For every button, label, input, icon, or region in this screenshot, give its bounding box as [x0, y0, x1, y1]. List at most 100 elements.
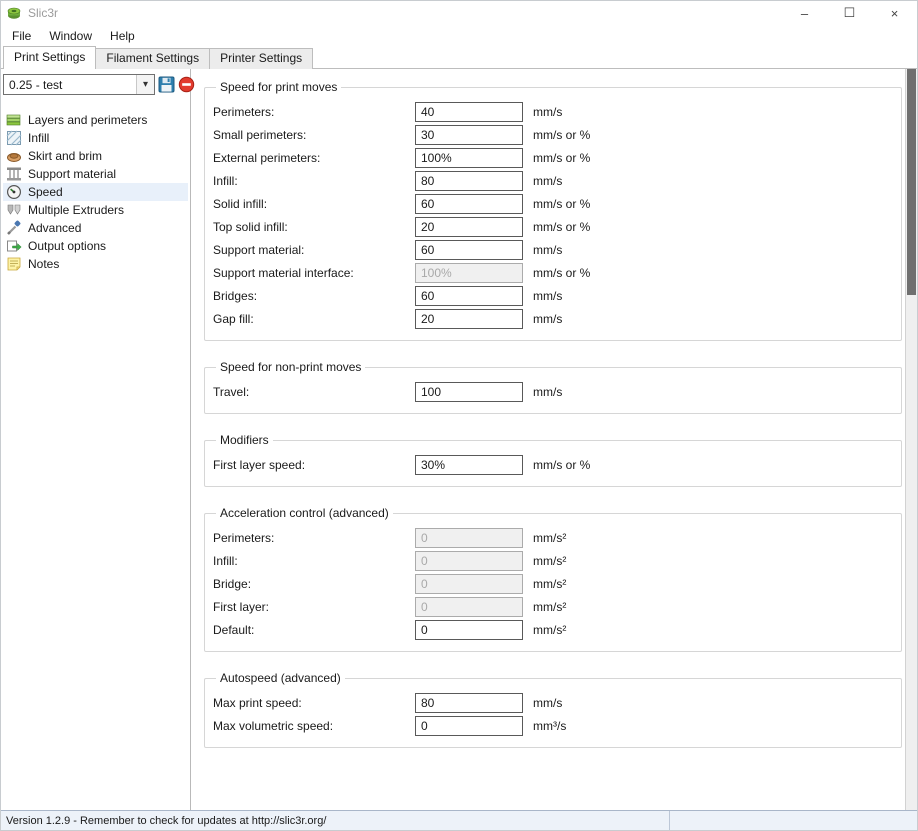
- setting-row: Max print speed: mm/s: [213, 691, 893, 714]
- menu-help[interactable]: Help: [101, 27, 144, 45]
- setting-label: Perimeters:: [213, 105, 415, 119]
- tab-filament-settings[interactable]: Filament Settings: [95, 48, 210, 69]
- setting-unit: mm/s or %: [533, 220, 590, 234]
- sidebar-item-label: Advanced: [28, 221, 81, 235]
- setting-row: Max volumetric speed: mm³/s: [213, 714, 893, 737]
- settings-tree: Layers and perimeters Infill: [3, 111, 188, 273]
- support-material-interface-input: [415, 263, 523, 283]
- close-button[interactable]: ×: [872, 1, 917, 25]
- tab-print-settings[interactable]: Print Settings: [3, 46, 96, 69]
- extruders-icon: [6, 202, 22, 218]
- setting-row: Default: mm/s²: [213, 618, 893, 641]
- setting-row: Perimeters: mm/s²: [213, 526, 893, 549]
- sidebar-item-multiple-extruders[interactable]: Multiple Extruders: [3, 201, 188, 219]
- setting-unit: mm³/s: [533, 719, 566, 733]
- max-print-speed-input[interactable]: [415, 693, 523, 713]
- dropdown-arrow-icon[interactable]: ▾: [136, 75, 154, 94]
- sidebar-item-advanced[interactable]: Advanced: [3, 219, 188, 237]
- gap-fill-speed-input[interactable]: [415, 309, 523, 329]
- sidebar-item-output-options[interactable]: Output options: [3, 237, 188, 255]
- sidebar-item-skirt-and-brim[interactable]: Skirt and brim: [3, 147, 188, 165]
- setting-row: First layer speed: mm/s or %: [213, 453, 893, 476]
- setting-unit: mm/s²: [533, 554, 566, 568]
- setting-label: Perimeters:: [213, 531, 415, 545]
- group-title: Modifiers: [216, 433, 273, 447]
- sidebar-item-speed[interactable]: Speed: [3, 183, 188, 201]
- group-title: Autospeed (advanced): [216, 671, 345, 685]
- top-solid-infill-input[interactable]: [415, 217, 523, 237]
- accel-default-input[interactable]: [415, 620, 523, 640]
- save-icon: [158, 76, 175, 93]
- settings-panel: Speed for print moves Perimeters: mm/s S…: [191, 69, 905, 810]
- vertical-scrollbar[interactable]: [905, 69, 917, 810]
- group-speed-print-moves: Speed for print moves Perimeters: mm/s S…: [204, 80, 902, 341]
- minimize-button[interactable]: –: [782, 1, 827, 25]
- setting-row: Bridge: mm/s²: [213, 572, 893, 595]
- setting-label: Max volumetric speed:: [213, 719, 415, 733]
- solid-infill-input[interactable]: [415, 194, 523, 214]
- menu-bar: File Window Help: [1, 25, 917, 46]
- setting-row: Perimeters: mm/s: [213, 100, 893, 123]
- setting-unit: mm/s: [533, 312, 562, 326]
- preset-row: 0.25 - test ▾: [3, 74, 188, 95]
- max-volumetric-speed-input[interactable]: [415, 716, 523, 736]
- setting-label: Travel:: [213, 385, 415, 399]
- group-title: Speed for print moves: [216, 80, 341, 94]
- group-title: Speed for non-print moves: [216, 360, 365, 374]
- setting-unit: mm/s: [533, 696, 562, 710]
- sidebar-item-support-material[interactable]: Support material: [3, 165, 188, 183]
- infill-icon: [6, 130, 22, 146]
- save-preset-button[interactable]: [158, 75, 175, 94]
- sidebar-item-infill[interactable]: Infill: [3, 129, 188, 147]
- scrollbar-thumb[interactable]: [907, 69, 916, 295]
- setting-row: Solid infill: mm/s or %: [213, 192, 893, 215]
- status-bar: Version 1.2.9 - Remember to check for up…: [1, 810, 917, 830]
- perimeters-speed-input[interactable]: [415, 102, 523, 122]
- sidebar-item-label: Multiple Extruders: [28, 203, 124, 217]
- bridges-speed-input[interactable]: [415, 286, 523, 306]
- preset-selected-value: 0.25 - test: [4, 78, 136, 92]
- sidebar-item-notes[interactable]: Notes: [3, 255, 188, 273]
- support-material-speed-input[interactable]: [415, 240, 523, 260]
- setting-unit: mm/s²: [533, 600, 566, 614]
- setting-row: Travel: mm/s: [213, 380, 893, 403]
- setting-label: Bridges:: [213, 289, 415, 303]
- setting-label: Support material:: [213, 243, 415, 257]
- menu-window[interactable]: Window: [40, 27, 101, 45]
- notes-icon: [6, 256, 22, 272]
- sidebar-item-label: Notes: [28, 257, 59, 271]
- title-bar: Slic3r – ☐ ×: [1, 1, 917, 25]
- group-speed-nonprint-moves: Speed for non-print moves Travel: mm/s: [204, 360, 902, 414]
- tab-bar: Print Settings Filament Settings Printer…: [1, 46, 917, 69]
- setting-unit: mm/s²: [533, 623, 566, 637]
- group-modifiers: Modifiers First layer speed: mm/s or %: [204, 433, 902, 487]
- tab-printer-settings[interactable]: Printer Settings: [209, 48, 313, 69]
- output-icon: [6, 238, 22, 254]
- app-icon: [5, 4, 23, 22]
- setting-label: Bridge:: [213, 577, 415, 591]
- external-perimeters-input[interactable]: [415, 148, 523, 168]
- sidebar-item-label: Layers and perimeters: [28, 113, 147, 127]
- setting-unit: mm/s or %: [533, 128, 590, 142]
- setting-label: Small perimeters:: [213, 128, 415, 142]
- infill-speed-input[interactable]: [415, 171, 523, 191]
- sidebar-item-label: Output options: [28, 239, 106, 253]
- sidebar-item-label: Support material: [28, 167, 116, 181]
- preset-dropdown[interactable]: 0.25 - test ▾: [3, 74, 155, 95]
- setting-unit: mm/s²: [533, 531, 566, 545]
- window-controls: – ☐ ×: [782, 1, 917, 25]
- setting-unit: mm/s: [533, 385, 562, 399]
- setting-label: External perimeters:: [213, 151, 415, 165]
- group-autospeed: Autospeed (advanced) Max print speed: mm…: [204, 671, 902, 748]
- travel-speed-input[interactable]: [415, 382, 523, 402]
- sidebar-item-layers-and-perimeters[interactable]: Layers and perimeters: [3, 111, 188, 129]
- window-title: Slic3r: [28, 6, 58, 20]
- skirt-icon: [6, 148, 22, 164]
- setting-label: Max print speed:: [213, 696, 415, 710]
- setting-unit: mm/s or %: [533, 197, 590, 211]
- setting-label: First layer speed:: [213, 458, 415, 472]
- maximize-button[interactable]: ☐: [827, 1, 872, 25]
- small-perimeters-input[interactable]: [415, 125, 523, 145]
- menu-file[interactable]: File: [3, 27, 40, 45]
- first-layer-speed-input[interactable]: [415, 455, 523, 475]
